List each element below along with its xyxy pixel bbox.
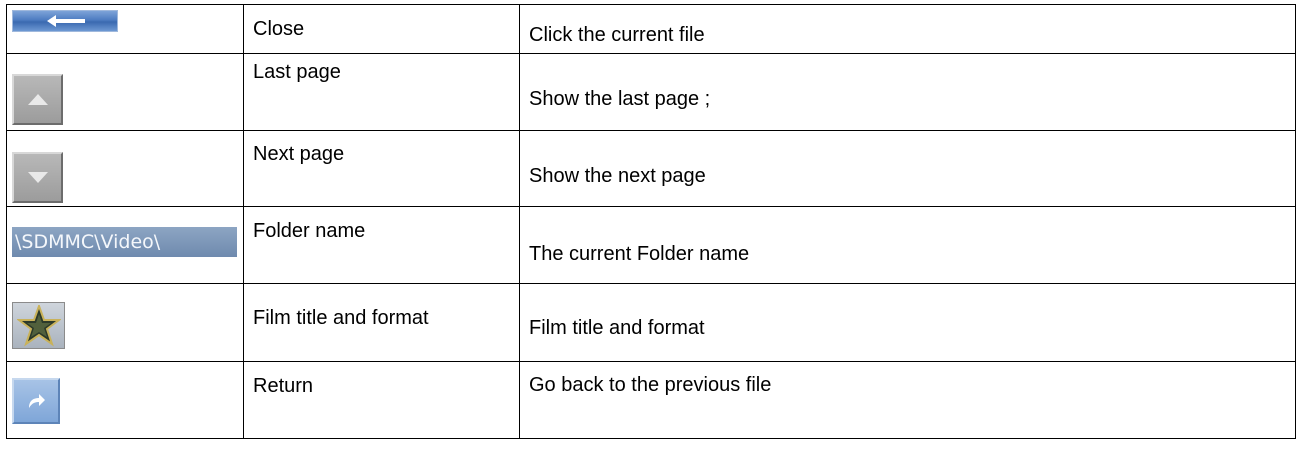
name-cell: Return bbox=[243, 361, 520, 439]
name-cell: Last page bbox=[243, 53, 520, 131]
description-cell: The current Folder name bbox=[519, 206, 1296, 284]
table-row: Next page Show the next page bbox=[6, 130, 1296, 207]
folder-path-bar: \SDMMC\Video\ bbox=[12, 227, 237, 257]
function-description: Film title and format bbox=[529, 317, 705, 339]
back-arrow-button-icon[interactable] bbox=[12, 10, 118, 32]
function-name: Close bbox=[253, 18, 305, 40]
down-arrow-button-icon[interactable] bbox=[12, 152, 63, 203]
function-name: Last page bbox=[253, 61, 341, 83]
name-cell: Film title and format bbox=[243, 283, 520, 362]
icon-cell bbox=[6, 130, 244, 207]
description-cell: Show the last page ; bbox=[519, 53, 1296, 131]
table-row: Return Go back to the previous file bbox=[6, 361, 1296, 439]
icon-cell bbox=[6, 361, 244, 439]
table-row: \SDMMC\Video\ Folder name The current Fo… bbox=[6, 206, 1296, 284]
description-cell: Film title and format bbox=[519, 283, 1296, 362]
table-row: Film title and format Film title and for… bbox=[6, 283, 1296, 362]
icon-cell: \SDMMC\Video\ bbox=[6, 206, 244, 284]
function-table: Close Click the current file Last page S… bbox=[6, 4, 1296, 439]
function-description: Go back to the previous file bbox=[529, 374, 772, 396]
description-cell: Show the next page bbox=[519, 130, 1296, 207]
table-row: Close Click the current file bbox=[6, 4, 1296, 54]
function-description: Show the last page ; bbox=[529, 88, 711, 110]
name-cell: Close bbox=[243, 4, 520, 54]
function-description: Click the current file bbox=[529, 24, 705, 46]
up-arrow-button-icon[interactable] bbox=[12, 74, 63, 125]
table-row: Last page Show the last page ; bbox=[6, 53, 1296, 131]
function-description: Show the next page bbox=[529, 165, 706, 187]
function-name: Folder name bbox=[253, 220, 366, 242]
name-cell: Next page bbox=[243, 130, 520, 207]
star-film-icon[interactable] bbox=[12, 302, 65, 349]
function-name: Next page bbox=[253, 143, 345, 165]
icon-cell bbox=[6, 53, 244, 131]
function-description: The current Folder name bbox=[529, 243, 750, 265]
icon-cell bbox=[6, 4, 244, 54]
description-cell: Go back to the previous file bbox=[519, 361, 1296, 439]
function-name: Film title and format bbox=[253, 307, 429, 329]
icon-cell bbox=[6, 283, 244, 362]
name-cell: Folder name bbox=[243, 206, 520, 284]
description-cell: Click the current file bbox=[519, 4, 1296, 54]
function-name: Return bbox=[253, 375, 314, 397]
return-arrow-button-icon[interactable] bbox=[12, 378, 60, 424]
